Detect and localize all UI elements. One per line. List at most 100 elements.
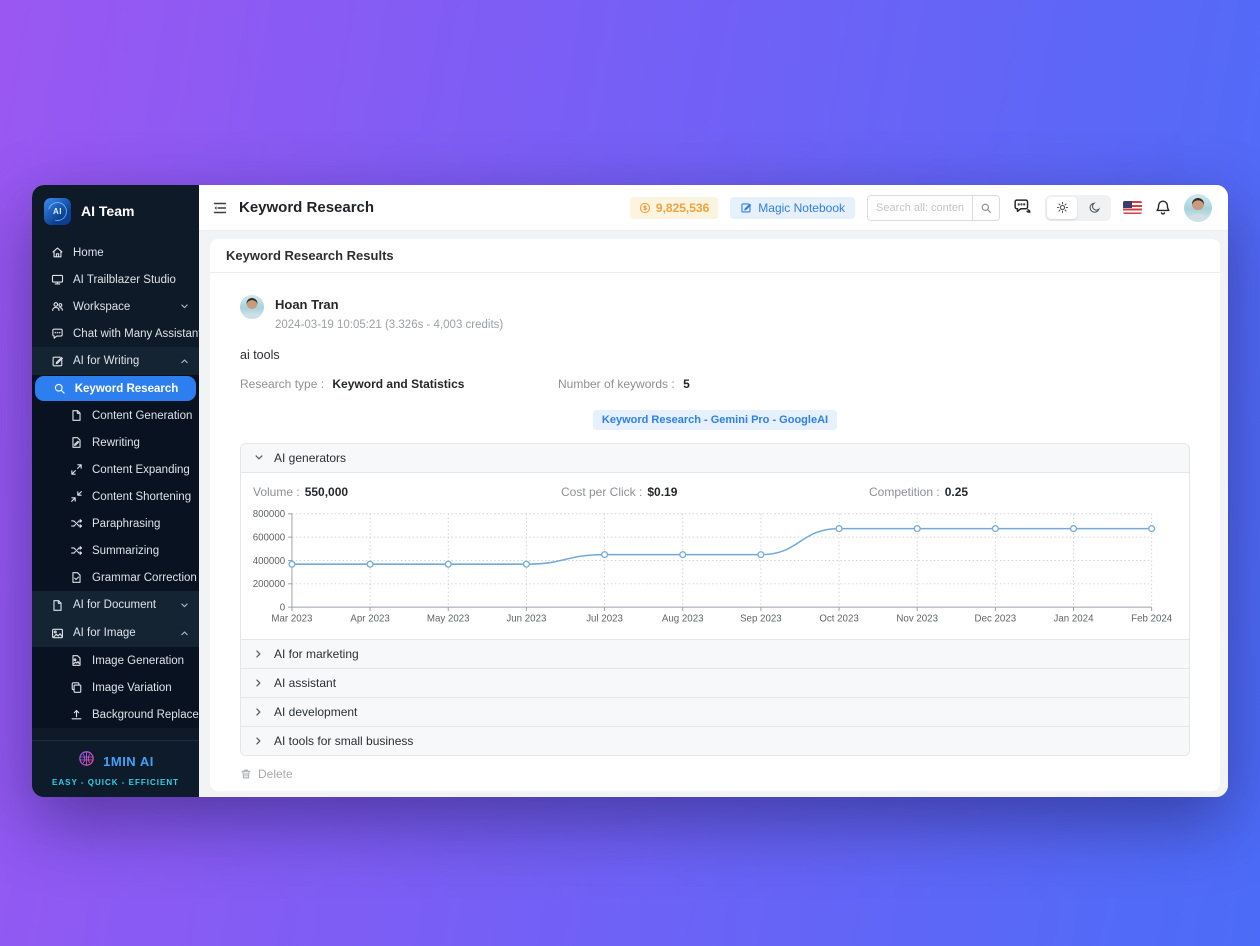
credits-badge[interactable]: 9,825,536 <box>630 197 718 219</box>
cpc-label: Cost per Click : <box>561 485 642 499</box>
sidebar-footer[interactable]: 1MIN AI EASY - QUICK - EFFICIENT <box>32 740 199 797</box>
sidebar-item-keyword-research[interactable]: Keyword Research <box>32 375 199 402</box>
result-user-row: Hoan Tran 2024-03-19 10:05:21 (3.326s - … <box>240 295 1190 331</box>
sidebar-item-background-replacement[interactable]: Background Replacement <box>32 701 199 728</box>
sidebar-item-content-shortening[interactable]: Content Shortening <box>32 483 199 510</box>
main-area: Keyword Research 9,825,536 Magic Noteboo… <box>199 185 1228 797</box>
keyword-name: AI development <box>274 705 357 719</box>
sidebar-item-home[interactable]: Home <box>32 239 199 266</box>
sidebar-item-content-expanding[interactable]: Content Expanding <box>32 456 199 483</box>
keyword-accordion-header-ai-assistant[interactable]: AI assistant <box>241 669 1189 697</box>
sidebar-item-chat-with-many-assistants[interactable]: Chat with Many Assistants <box>32 320 199 347</box>
chevron-down-icon <box>180 302 189 311</box>
sidebar-item-summarizing[interactable]: Summarizing <box>32 537 199 564</box>
file-check-icon <box>70 571 83 584</box>
sidebar-item-label: AI for Image <box>73 627 136 639</box>
svg-text:0: 0 <box>280 603 286 614</box>
chevron-up-icon <box>180 629 189 638</box>
upload-icon <box>70 708 83 721</box>
svg-text:400000: 400000 <box>253 556 286 567</box>
sidebar-item-label: Image Generation <box>92 655 184 667</box>
image-icon <box>51 627 64 640</box>
sidebar-item-image-generation[interactable]: Image Generation <box>32 647 199 674</box>
keyword-item-ai-tools-for-small-business: AI tools for small business <box>241 727 1189 755</box>
sidebar-item-ai-trailblazer-studio[interactable]: AI Trailblazer Studio <box>32 266 199 293</box>
research-meta-row: Research type : Keyword and Statistics N… <box>240 377 1190 391</box>
sidebar-item-label: AI for Document <box>73 599 156 611</box>
keyword-details: Volume :550,000Cost per Click :$0.19Comp… <box>241 472 1189 639</box>
keyword-item-ai-assistant: AI assistant <box>241 669 1189 698</box>
line-chart-svg: 0200000400000600000800000Mar 2023Apr 202… <box>253 506 1177 627</box>
sidebar-item-rewriting[interactable]: Rewriting <box>32 429 199 456</box>
sidebar-item-label: Content Generation <box>92 410 192 422</box>
keyword-accordion-header-ai-for-marketing[interactable]: AI for marketing <box>241 640 1189 668</box>
expand-icon <box>70 463 83 476</box>
svg-text:Nov 2023: Nov 2023 <box>896 614 938 625</box>
search-button[interactable] <box>972 196 999 220</box>
model-badge-row: Keyword Research - Gemini Pro - GoogleAI <box>240 410 1190 430</box>
app-logo-row[interactable]: AI AI Team <box>32 185 199 235</box>
svg-text:Jul 2023: Jul 2023 <box>586 614 623 625</box>
keyword-name: AI generators <box>274 451 346 465</box>
page-title: Keyword Research <box>239 199 374 216</box>
sidebar-collapse-icon[interactable] <box>212 200 228 216</box>
chevron-right-icon <box>254 649 264 659</box>
sidebar-item-label: Rewriting <box>92 437 140 449</box>
app-window: AI AI Team Home AI Trailblazer Studio Work… <box>32 185 1228 797</box>
sidebar-item-label: Image Variation <box>92 682 172 694</box>
search-icon <box>980 202 992 214</box>
file-pen-icon <box>70 436 83 449</box>
sidebar-item-label: AI Trailblazer Studio <box>73 274 176 286</box>
sun-icon <box>1056 201 1069 214</box>
keyword-name: AI for marketing <box>274 647 359 661</box>
global-search <box>867 195 1000 221</box>
sidebar-item-workspace[interactable]: Workspace <box>32 293 199 320</box>
delete-button[interactable]: Delete <box>240 767 1190 781</box>
dark-theme-button[interactable] <box>1079 197 1109 219</box>
sidebar-item-label: Keyword Research <box>75 383 179 395</box>
light-theme-button[interactable] <box>1047 197 1077 219</box>
chevron-right-icon <box>254 736 264 746</box>
us-flag-icon[interactable] <box>1123 201 1142 214</box>
sidebar-item-label: Summarizing <box>92 545 159 557</box>
brain-logo-icon <box>77 749 96 773</box>
chevron-right-icon <box>254 707 264 717</box>
search-input[interactable] <box>868 196 972 220</box>
volume-label: Volume : <box>253 485 300 499</box>
topbar-actions: 9,825,536 Magic Notebook <box>630 194 1212 222</box>
content-area: Keyword Research Results Hoan Tran 2024-… <box>199 231 1228 797</box>
chevron-down-icon <box>180 601 189 610</box>
chat-support-icon[interactable] <box>1012 197 1033 218</box>
sidebar-item-label: Content Expanding <box>92 464 190 476</box>
sidebar-item-content-generation[interactable]: Content Generation <box>32 402 199 429</box>
magic-notebook-button[interactable]: Magic Notebook <box>730 197 855 219</box>
pen-square-icon <box>51 355 64 368</box>
sidebar-item-grammar-correction[interactable]: Grammar Correction <box>32 564 199 591</box>
brand-name: 1MIN AI <box>103 754 154 769</box>
sidebar-item-ai-for-image[interactable]: AI for Image <box>32 619 199 647</box>
brand-tagline: EASY - QUICK - EFFICIENT <box>38 778 193 787</box>
competition-value: 0.25 <box>945 485 968 499</box>
keyword-accordion-header-ai-tools-for-small-business[interactable]: AI tools for small business <box>241 727 1189 755</box>
sidebar-item-ai-for-document[interactable]: AI for Document <box>32 591 199 619</box>
competition-label: Competition : <box>869 485 940 499</box>
keyword-accordion-header-ai-development[interactable]: AI development <box>241 698 1189 726</box>
credits-count: 9,825,536 <box>656 201 709 215</box>
sidebar-item-paraphrasing[interactable]: Paraphrasing <box>32 510 199 537</box>
keyword-stats-row: Volume :550,000Cost per Click :$0.19Comp… <box>253 485 1177 499</box>
keyword-accordion-header-ai-generators[interactable]: AI generators <box>241 444 1189 472</box>
sidebar-item-ai-for-writing[interactable]: AI for Writing <box>32 347 199 375</box>
search-icon <box>53 382 66 395</box>
notifications-bell-icon[interactable] <box>1154 199 1172 217</box>
keyword-accordion: AI generators Volume :550,000Cost per Cli… <box>240 443 1190 756</box>
user-avatar[interactable] <box>1184 194 1212 222</box>
results-body: Hoan Tran 2024-03-19 10:05:21 (3.326s - … <box>210 273 1220 791</box>
delete-label: Delete <box>258 767 293 781</box>
svg-text:600000: 600000 <box>253 533 286 544</box>
search-volume-chart: 0200000400000600000800000Mar 2023Apr 202… <box>253 506 1177 627</box>
doc-icon <box>51 599 64 612</box>
file-icon <box>70 409 83 422</box>
sidebar-item-image-variation[interactable]: Image Variation <box>32 674 199 701</box>
home-icon <box>51 246 64 259</box>
sidebar-item-label: Chat with Many Assistants <box>73 328 199 340</box>
